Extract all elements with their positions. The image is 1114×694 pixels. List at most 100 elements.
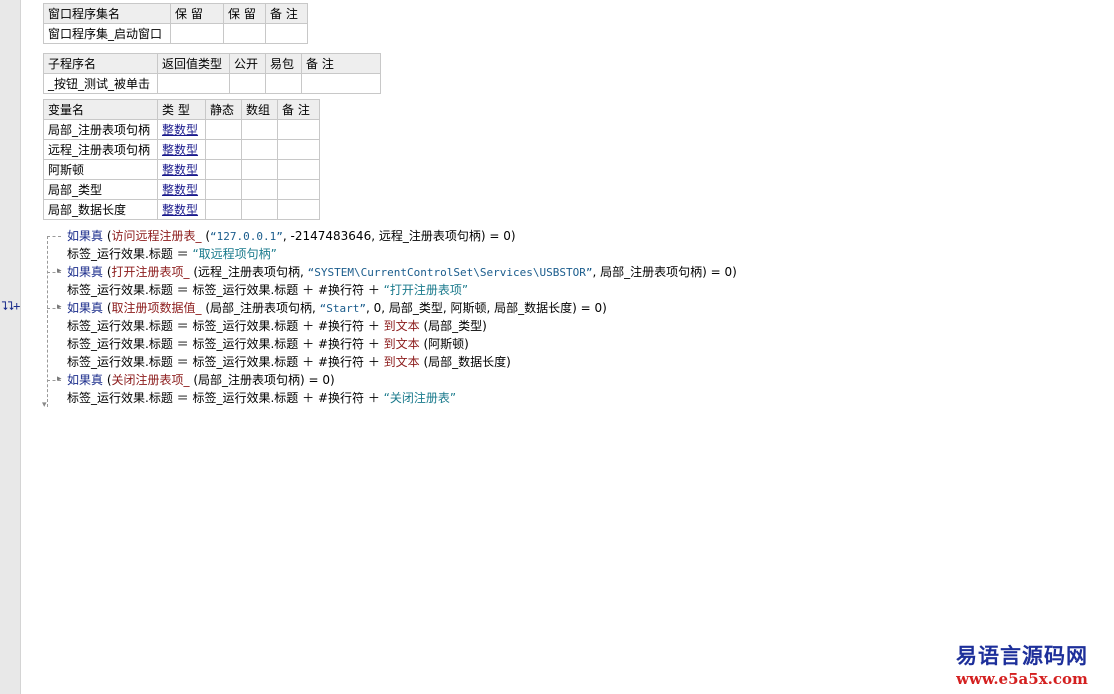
watermark-url: www.e5a5x.com [956,670,1088,688]
var-static-cell[interactable] [205,199,242,220]
constant: #换行符 [317,319,364,333]
var-header-type: 类 型 [157,99,206,120]
gutter-marker-icon[interactable]: ⮧⮧+ [1,299,20,314]
keyword: 如果真 [67,373,104,387]
assembly-header-name: 窗口程序集名 [43,3,171,24]
code-line[interactable]: 如果真 (关闭注册表项_ (局部_注册表项句柄) = 0) [44,371,944,389]
type-link[interactable]: 整数型 [162,183,198,197]
code-line[interactable]: 标签_运行效果.标题 ＝ 标签_运行效果.标题 ＋ #换行符 ＋ 到文本 (阿斯… [44,335,944,353]
table-row[interactable]: 阿斯顿 整数型 [43,159,320,180]
var-static-cell[interactable] [205,179,242,200]
code-line[interactable]: 标签_运行效果.标题 ＝ 标签_运行效果.标题 ＋ #换行符 ＋ “打开注册表项… [44,281,944,299]
property-ref: 标签_运行效果.标题 [192,355,299,369]
var-array-cell[interactable] [241,199,278,220]
code-text: (局部_类型) [423,319,487,333]
var-note-cell[interactable] [277,159,320,180]
var-note-cell[interactable] [277,199,320,220]
property-ref: 标签_运行效果.标题 [67,391,173,405]
keyword: 如果真 [67,301,104,315]
var-static-cell[interactable] [205,159,242,180]
var-name-cell[interactable]: 局部_数据长度 [43,199,158,220]
code-text: (局部_注册表项句柄) = 0) [193,373,335,387]
assembly-reserved-cell-2[interactable] [223,23,266,44]
code-text: , 0, 局部_类型, 阿斯顿, 局部_数据长度) = 0) [366,301,607,315]
code-line[interactable]: 标签_运行效果.标题 ＝ 标签_运行效果.标题 ＋ #换行符 ＋ “关闭注册表” [44,389,944,407]
var-name-cell[interactable]: 阿斯顿 [43,159,158,180]
var-name-cell[interactable]: 局部_类型 [43,179,158,200]
sub-public-cell[interactable] [229,73,266,94]
assembly-name-cell[interactable]: 窗口程序集_启动窗口 [43,23,171,44]
assembly-reserved-cell-1[interactable] [170,23,224,44]
var-header-note: 备 注 [277,99,320,120]
var-type-link[interactable]: 整数型 [157,159,206,180]
var-type-link[interactable]: 整数型 [157,119,206,140]
var-name-cell[interactable]: 局部_注册表项句柄 [43,119,158,140]
variable-table: 变量名 类 型 静态 数组 备 注 局部_注册表项句柄 整数型 远程_注册表项句… [43,99,320,220]
editor-gutter: ⮧⮧+ [0,0,21,694]
function-name: 访问远程注册表_ [111,229,202,243]
keyword: 如果真 [67,229,104,243]
var-array-cell[interactable] [241,119,278,140]
sub-return-type-cell[interactable] [157,73,230,94]
property-ref: 标签_运行效果.标题 [192,337,299,351]
string-literal: “SYSTEM\CurrentControlSet\Services\USBST… [307,266,593,279]
code-line[interactable]: 如果真 (访问远程注册表_ (“127.0.0.1”, -2147483646,… [44,227,944,245]
var-static-cell[interactable] [205,139,242,160]
var-type-link[interactable]: 整数型 [157,199,206,220]
property-ref: 标签_运行效果.标题 [192,283,299,297]
var-name-cell[interactable]: 远程_注册表项句柄 [43,139,158,160]
code-text: (阿斯顿) [423,337,469,351]
table-row[interactable]: 局部_类型 整数型 [43,179,320,200]
var-note-cell[interactable] [277,119,320,140]
var-note-cell[interactable] [277,139,320,160]
sub-note-cell[interactable] [301,73,381,94]
function-name: 到文本 [383,319,420,333]
constant: #换行符 [317,283,364,297]
assembly-header-reserved-1: 保 留 [170,3,224,24]
type-link[interactable]: 整数型 [162,203,198,217]
var-static-cell[interactable] [205,119,242,140]
sub-name-cell[interactable]: _按钮_测试_被单击 [43,73,158,94]
code-line[interactable]: 标签_运行效果.标题 ＝ 标签_运行效果.标题 ＋ #换行符 ＋ 到文本 (局部… [44,353,944,371]
var-array-cell[interactable] [241,179,278,200]
code-line[interactable]: 标签_运行效果.标题 ＝ “取远程项句柄” [44,245,944,263]
var-type-link[interactable]: 整数型 [157,139,206,160]
assembly-header-note: 备 注 [265,3,308,24]
string-literal: “关闭注册表” [383,391,457,405]
table-row[interactable]: 局部_数据长度 整数型 [43,199,320,220]
type-link[interactable]: 整数型 [162,143,198,157]
function-name: 关闭注册表项_ [111,373,190,387]
property-ref: 标签_运行效果.标题 [67,355,173,369]
type-link[interactable]: 整数型 [162,163,198,177]
sub-header-package: 易包 [265,53,302,74]
property-ref: 标签_运行效果.标题 [67,319,173,333]
function-name: 取注册项数据值_ [111,301,202,315]
table-row[interactable]: 远程_注册表项句柄 整数型 [43,139,320,160]
string-literal: “Start” [319,302,367,315]
constant: #换行符 [317,337,364,351]
code-text: , 局部_注册表项句柄) = 0) [592,265,737,279]
sub-header-return-type: 返回值类型 [157,53,230,74]
var-array-cell[interactable] [241,139,278,160]
var-type-link[interactable]: 整数型 [157,179,206,200]
sub-package-cell[interactable] [265,73,302,94]
constant: #换行符 [317,355,364,369]
assembly-note-cell[interactable] [265,23,308,44]
var-header-static: 静态 [205,99,242,120]
code-line[interactable]: 标签_运行效果.标题 ＝ 标签_运行效果.标题 ＋ #换行符 ＋ 到文本 (局部… [44,317,944,335]
string-literal: “127.0.0.1” [210,230,283,243]
property-ref: 标签_运行效果.标题 [192,319,299,333]
property-ref: 标签_运行效果.标题 [67,247,173,261]
code-text: , -2147483646, 远程_注册表项句柄) = 0) [282,229,516,243]
code-line[interactable]: 如果真 (打开注册表项_ (远程_注册表项句柄, “SYSTEM\Current… [44,263,944,281]
string-literal: “取远程项句柄” [192,247,277,261]
var-note-cell[interactable] [277,179,320,200]
var-array-cell[interactable] [241,159,278,180]
code-line[interactable]: 如果真 (取注册项数据值_ (局部_注册表项句柄, “Start”, 0, 局部… [44,299,944,317]
sub-header-name: 子程序名 [43,53,158,74]
type-link[interactable]: 整数型 [162,123,198,137]
function-name: 打开注册表项_ [111,265,190,279]
table-row[interactable]: 局部_注册表项句柄 整数型 [43,119,320,140]
code-editor[interactable]: ▸ ▸ ▸ ▾ 如果真 (访问远程注册表_ (“127.0.0.1”, -214… [42,227,944,410]
string-literal: “打开注册表项” [383,283,469,297]
